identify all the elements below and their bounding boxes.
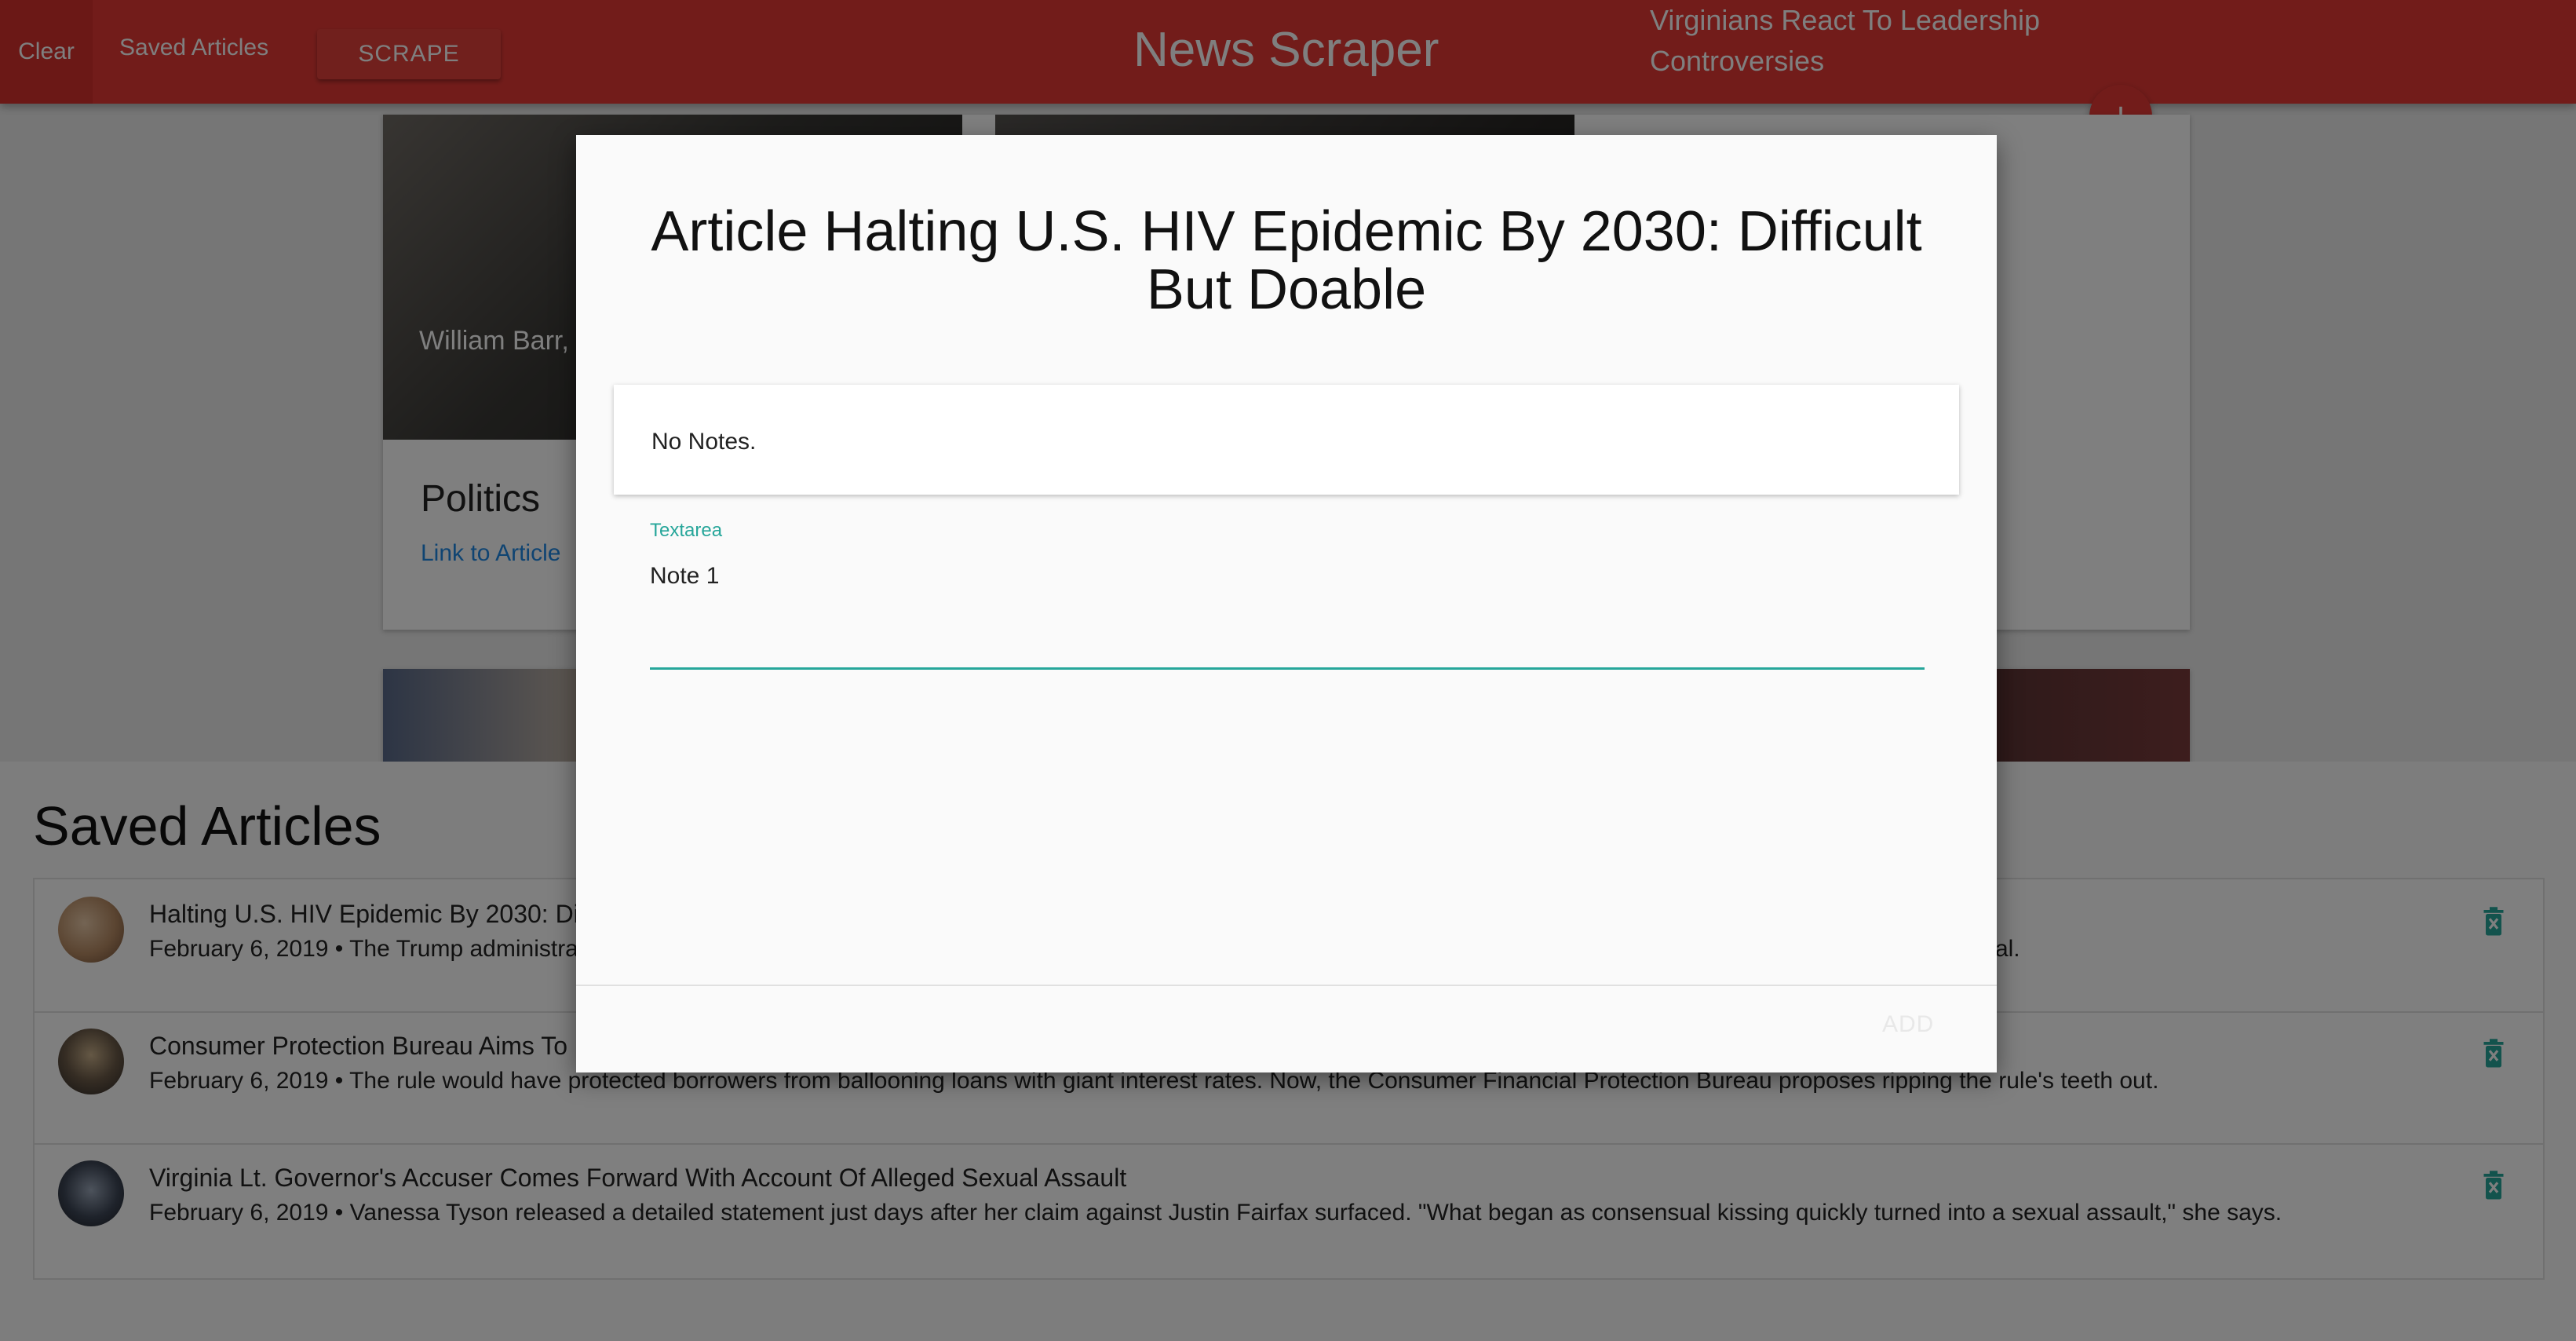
no-notes-text: No Notes.: [651, 429, 757, 455]
notes-modal: Article Halting U.S. HIV Epidemic By 203…: [576, 135, 1997, 1072]
note-textarea[interactable]: [650, 561, 1921, 592]
modal-title: Article Halting U.S. HIV Epidemic By 203…: [651, 200, 1922, 321]
textarea-label: Textarea: [650, 520, 723, 541]
add-note-button[interactable]: ADD: [1882, 1011, 1934, 1038]
textarea-underline: [650, 667, 1925, 670]
modal-footer: ADD: [576, 985, 1997, 1072]
notes-list: No Notes.: [614, 385, 1959, 495]
